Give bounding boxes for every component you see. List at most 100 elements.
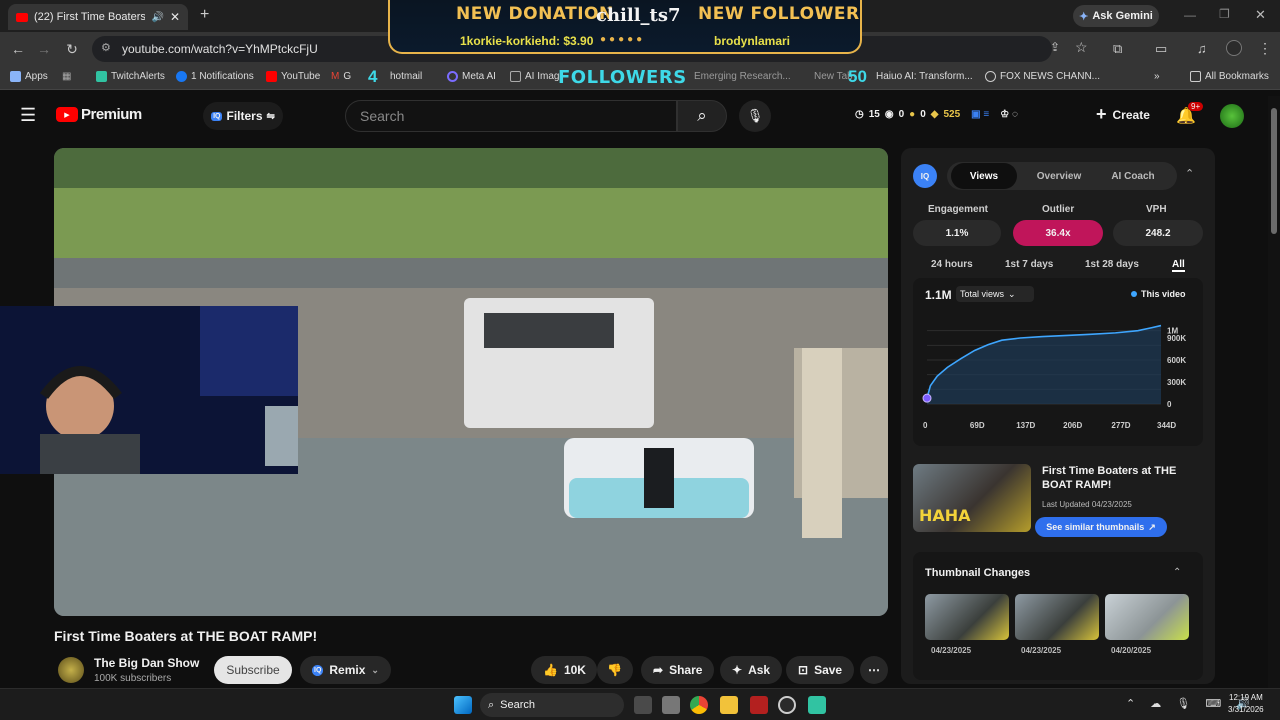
create-button[interactable]: + Create — [1096, 104, 1150, 125]
sidebar-icon[interactable]: ▭ — [1155, 41, 1167, 57]
taskbar-search-label: Search — [500, 699, 536, 711]
profile-avatar[interactable] — [1226, 40, 1242, 56]
obs-icon[interactable] — [750, 696, 768, 714]
chart-x-tick-label: 277D — [1111, 421, 1130, 430]
all-bookmarks[interactable]: All Bookmarks — [1190, 71, 1269, 82]
notification-badge: 9+ — [1188, 102, 1204, 111]
bookmark-meta-ai[interactable]: Meta AI — [447, 71, 496, 82]
metric-engagement-value: 1.1% — [913, 220, 1001, 246]
search-button[interactable]: ⌕ — [677, 100, 727, 132]
total-views-dropdown[interactable]: Total views ⌄ — [956, 286, 1034, 302]
bookmark-fox-news[interactable]: FOX NEWS CHANN... — [985, 71, 1100, 82]
browser-tab[interactable]: (22) First Time Boaters at Th 🔊 ✕ — [8, 4, 188, 30]
maximize-icon[interactable]: ❐ — [1219, 7, 1230, 21]
dislike-button[interactable]: 👎 — [597, 656, 633, 684]
vidiq-stats-bar[interactable]: ◷ 15 ◉ 0 ● 0 ◆ 525 ▣ ≡ ♔ ◌ — [855, 109, 1018, 120]
bookmark-notifications[interactable]: 1 Notifications — [176, 71, 254, 82]
save-button[interactable]: ⊡ Save — [786, 656, 855, 684]
voice-search-button[interactable]: 🎙 — [739, 100, 771, 132]
youtube-favicon-icon — [16, 12, 28, 22]
site-info-icon[interactable]: ⚙ — [101, 41, 111, 54]
bookmark-new-tab[interactable]: New Tab — [814, 71, 853, 82]
close-tab-icon[interactable]: ✕ — [170, 10, 180, 24]
tab-views[interactable]: Views — [951, 163, 1017, 189]
range-24-hours[interactable]: 24 hours — [931, 259, 973, 270]
streamlabs-icon[interactable] — [808, 696, 826, 714]
notifications-button[interactable]: 🔔 9+ — [1176, 102, 1204, 126]
thumbs-up-icon: 👍 — [543, 663, 558, 677]
sliders-icon: ⇋ — [266, 110, 275, 122]
account-avatar[interactable] — [1220, 104, 1244, 128]
windows-start-icon[interactable] — [454, 696, 472, 714]
minimize-icon[interactable]: — — [1184, 8, 1196, 22]
filters-button[interactable]: IQ Filters ⇋ — [203, 102, 283, 130]
meta-ai-icon — [447, 71, 458, 82]
task-view-icon[interactable] — [634, 696, 652, 714]
new-tab-icon[interactable]: + — [200, 6, 209, 24]
bookmark-apps[interactable]: Apps — [10, 71, 48, 82]
folder-icon — [1190, 71, 1201, 82]
file-manager-icon[interactable] — [662, 696, 680, 714]
hamburger-menu-icon[interactable]: ☰ — [20, 105, 36, 126]
progress-dots: ●●●●● — [600, 34, 646, 45]
vidiq-logo-icon: IQ — [913, 164, 937, 188]
page-scrollbar[interactable] — [1268, 96, 1280, 688]
chart-area-fill — [927, 325, 1161, 404]
youtube-icon — [266, 71, 277, 82]
more-bookmarks-icon[interactable]: » — [1154, 71, 1160, 82]
bookmark-emerging-research[interactable]: Emerging Research... — [694, 71, 791, 82]
channel-avatar[interactable] — [58, 657, 84, 683]
taskbar-search[interactable]: ⌕ Search — [480, 693, 624, 717]
tab-overview[interactable]: Overview — [1023, 163, 1095, 189]
bookmark-youtube[interactable]: YouTube — [266, 71, 320, 82]
bookmark-hailuo[interactable]: Haiuo AI: Transform... — [876, 71, 973, 82]
channel-name[interactable]: The Big Dan Show — [94, 656, 199, 670]
thumbnail-change-2[interactable] — [1015, 594, 1099, 640]
remix-button[interactable]: IQ Remix ⌄ — [300, 656, 391, 684]
media-icon[interactable]: ♫ — [1197, 41, 1207, 56]
youtube-logo[interactable]: ▶ Premium — [56, 106, 142, 123]
range-all[interactable]: All — [1172, 259, 1185, 272]
folder-taskbar-icon[interactable] — [720, 696, 738, 714]
ask-gemini-button[interactable]: ✦ Ask Gemini — [1073, 5, 1159, 27]
collapse-panel-icon[interactable]: ⌃ — [1185, 167, 1194, 180]
menu-kebab-icon[interactable]: ⋮ — [1258, 40, 1272, 57]
search-input[interactable]: Search — [345, 100, 677, 132]
collapse-changes-icon[interactable]: ⌃ — [1173, 567, 1181, 578]
bookmark-twitchalerts[interactable]: TwitchAlerts — [96, 71, 165, 82]
overlay-count-fifty: 50 — [848, 67, 867, 86]
thumbnail-preview[interactable]: HAHA — [913, 464, 1031, 532]
close-window-icon[interactable]: ✕ — [1255, 7, 1266, 23]
eye-icon: ◉ — [884, 109, 894, 120]
range-7-days[interactable]: 1st 7 days — [1005, 259, 1053, 270]
overlay-count-four: 4 — [368, 67, 378, 86]
ask-button[interactable]: ✦ Ask — [720, 656, 783, 684]
range-28-days[interactable]: 1st 28 days — [1085, 259, 1139, 270]
bookmark-gmail[interactable]: MG — [331, 71, 351, 82]
speaker-icon[interactable]: 🔊 — [151, 12, 163, 23]
forward-icon[interactable]: → — [30, 35, 58, 63]
metric-vph-value: 248.2 — [1113, 220, 1203, 246]
tab-ai-coach[interactable]: AI Coach — [1099, 163, 1167, 189]
back-icon[interactable]: ← — [4, 35, 32, 63]
like-button[interactable]: 👍 10K — [531, 656, 597, 684]
extensions-icon[interactable]: ⧉ — [1113, 41, 1122, 57]
thumbnail-change-1[interactable] — [925, 594, 1009, 640]
scrollbar-thumb[interactable] — [1271, 108, 1277, 234]
see-similar-button[interactable]: See similar thumbnails ↗ — [1035, 517, 1167, 537]
tab-groups-icon[interactable]: ▦ — [62, 71, 71, 82]
share-button[interactable]: ➦ Share — [641, 656, 715, 684]
bookmark-ai-image[interactable]: AI Imag — [510, 71, 559, 82]
reload-icon[interactable]: ↻ — [58, 35, 86, 63]
more-actions-button[interactable]: ⋯ — [860, 656, 888, 684]
thumbs-down-icon: 👎 — [607, 663, 622, 677]
url-text: youtube.com/watch?v=YhMPtckcFjU — [122, 42, 318, 56]
chrome-icon[interactable] — [690, 696, 708, 714]
install-icon[interactable]: ⇪ — [1050, 40, 1060, 54]
subscribe-button[interactable]: Subscribe — [214, 656, 292, 684]
clock-date: 3/31/2026 — [1228, 705, 1264, 714]
obs-studio-icon[interactable] — [778, 696, 796, 714]
thumbnail-change-3[interactable] — [1105, 594, 1189, 640]
bookmark-star-icon[interactable]: ☆ — [1075, 39, 1088, 56]
bookmark-hotmail[interactable]: hotmail — [390, 71, 422, 82]
